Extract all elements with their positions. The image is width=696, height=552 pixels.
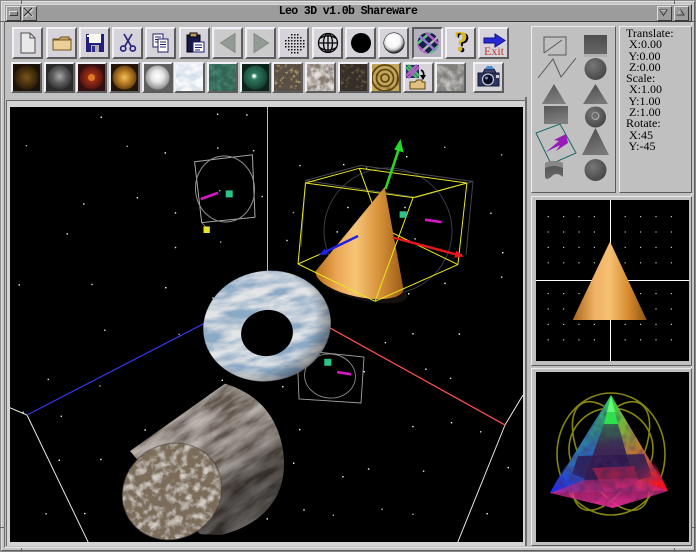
svg-text:Exit: Exit xyxy=(484,44,505,56)
svg-text:?: ? xyxy=(454,30,468,56)
